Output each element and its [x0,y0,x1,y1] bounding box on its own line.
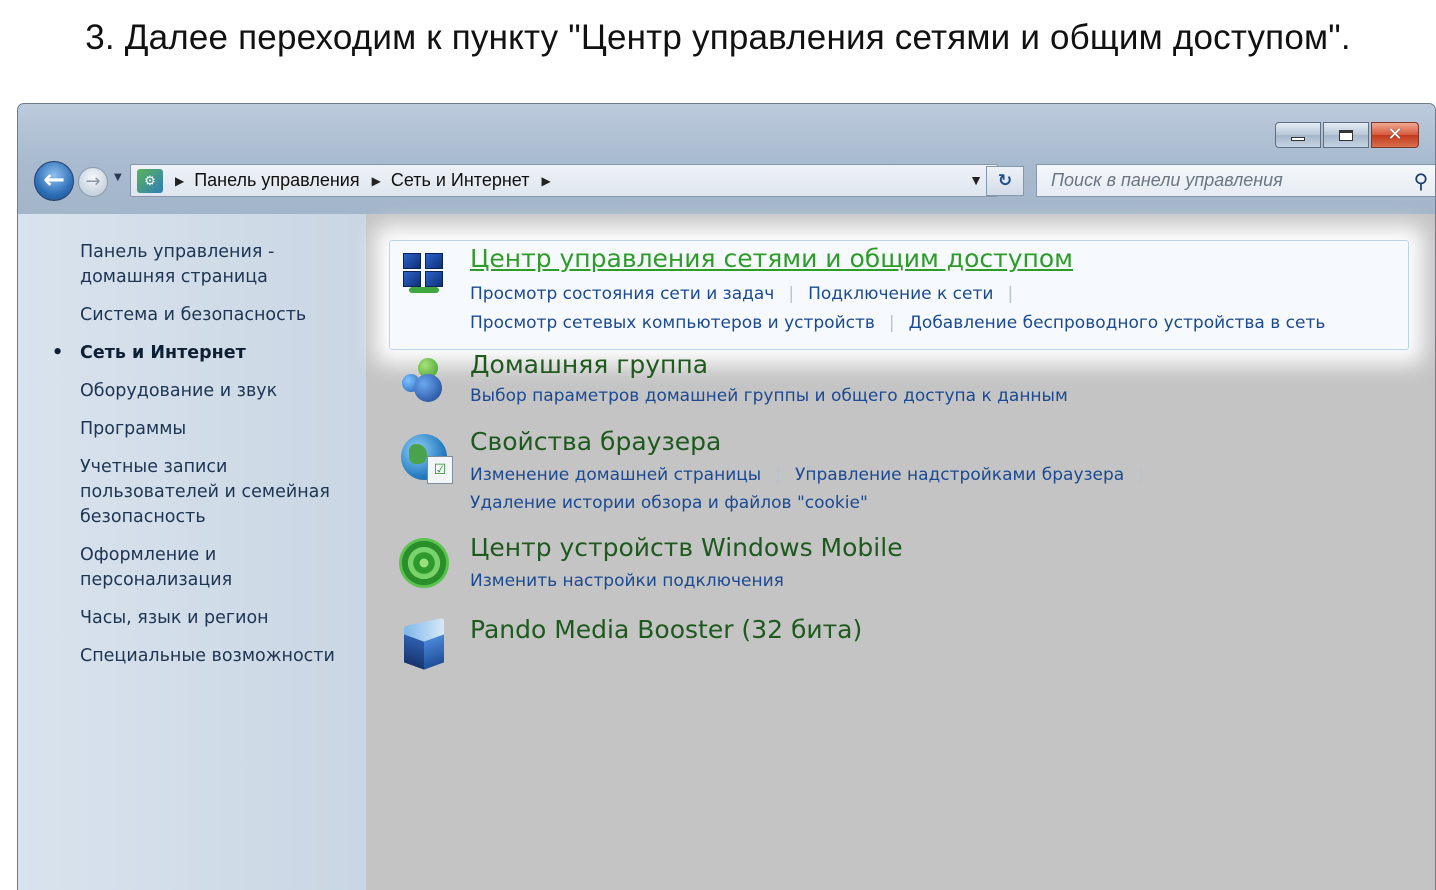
category-title-link[interactable]: Свойства браузера [470,427,721,456]
task-link[interactable]: Удаление истории обзора и файлов "cookie… [470,493,868,513]
sidebar-item-label: Сеть и Интернет [80,343,246,363]
address-dropdown-icon[interactable]: ▼ [969,172,983,188]
category-title-link[interactable]: Центр управления сетями и общим доступом [470,244,1073,273]
task-link[interactable]: Изменить настройки подключения [470,571,784,591]
minimize-button[interactable] [1275,122,1321,148]
sidebar-item-hardware-sound[interactable]: Оборудование и звук [18,379,366,404]
task-links-row: Выбор параметров домашней группы и общег… [470,386,1068,406]
maximize-button[interactable] [1323,122,1369,148]
refresh-button[interactable]: ↻ [986,166,1024,196]
task-link[interactable]: Добавление беспроводного устройства в се… [909,313,1326,333]
sidebar-item-clock-region[interactable]: Часы, язык и регион [18,606,366,631]
sidebar-item-system-security[interactable]: Система и безопасность [18,303,366,328]
sidebar-item-programs[interactable]: Программы [18,417,366,442]
task-links-row: Удаление истории обзора и файлов "cookie… [470,493,868,513]
control-panel-window: ✕ ← → ▼ ⚙ ▶ Панель управления ▶ Сеть и И… [17,103,1436,890]
breadcrumb-arrow-icon[interactable]: ▶ [175,174,184,188]
breadcrumb-arrow-icon[interactable]: ▶ [372,174,381,188]
active-bullet-icon: • [52,343,64,363]
category-title-link[interactable]: Центр устройств Windows Mobile [470,533,903,562]
control-panel-icon: ⚙ [137,168,163,193]
main-content: Центр управления сетями и общим доступом… [366,214,1435,890]
task-links-row: Просмотр сетевых компьютеров и устройств… [470,313,1325,333]
pando-icon [398,617,450,671]
link-separator: | [1007,284,1014,304]
task-link[interactable]: Изменение домашней страницы [470,465,761,485]
category-title-link[interactable]: Pando Media Booster (32 бита) [470,615,862,644]
task-link[interactable]: Выбор параметров домашней группы и общег… [470,386,1068,406]
refresh-icon: ↻ [997,171,1013,191]
task-link[interactable]: Подключение к сети [808,284,993,304]
sidebar-item-network-internet[interactable]: • Сеть и Интернет [18,341,366,366]
sidebar-item-accessibility[interactable]: Специальные возможности [18,644,366,669]
task-link[interactable]: Управление надстройками браузера [795,465,1124,485]
internet-options-icon: ☑ [398,431,453,484]
close-icon: ✕ [1387,124,1403,145]
task-link[interactable]: Просмотр состояния сети и задач [470,284,774,304]
back-button[interactable]: ← [34,161,74,201]
instruction-caption: 3. Далее переходим к пункту "Центр управ… [85,18,1351,57]
link-separator: | [788,284,795,304]
link-separator: | [888,313,895,333]
homegroup-icon [398,354,450,406]
link-separator: | [1138,465,1144,485]
task-links-row: Изменить настройки подключения [470,571,784,591]
breadcrumb-network-internet[interactable]: Сеть и Интернет [391,170,530,191]
maximize-icon [1339,129,1353,141]
search-input[interactable] [1051,170,1403,191]
forward-arrow-icon: → [85,171,101,192]
sidebar: Панель управления - домашняя страница Си… [18,214,366,890]
network-center-icon [398,248,450,300]
address-bar[interactable]: ⚙ ▶ Панель управления ▶ Сеть и Интернет … [130,164,998,197]
sidebar-item-user-accounts[interactable]: Учетные записи пользователей и семейная … [18,455,366,530]
task-links-row: Просмотр состояния сети и задач | Подключе… [470,284,1027,304]
sidebar-item-home[interactable]: Панель управления - домашняя страница [18,240,366,290]
back-arrow-icon: ← [43,165,65,195]
sidebar-item-appearance[interactable]: Оформление и персонализация [18,543,366,593]
navigation-bar: ← → ▼ ⚙ ▶ Панель управления ▶ Сеть и Инт… [32,160,1435,201]
close-button[interactable]: ✕ [1371,122,1419,148]
recent-pages-dropdown-icon[interactable]: ▼ [114,172,122,183]
category-title-link[interactable]: Домашняя группа [470,350,708,379]
windows-mobile-icon [398,537,450,589]
window-controls: ✕ [1273,122,1419,148]
minimize-icon [1291,137,1305,141]
search-icon[interactable]: ⚲ [1403,169,1435,193]
forward-button[interactable]: → [78,167,108,197]
task-link[interactable]: Просмотр сетевых компьютеров и устройств [470,313,875,333]
breadcrumb-arrow-icon[interactable]: ▶ [541,174,550,188]
search-box: ⚲ [1036,164,1435,197]
task-links-row: Изменение домашней страницы | Управление н… [470,465,1158,485]
link-separator: | [775,465,781,485]
breadcrumb-control-panel[interactable]: Панель управления [194,170,359,191]
